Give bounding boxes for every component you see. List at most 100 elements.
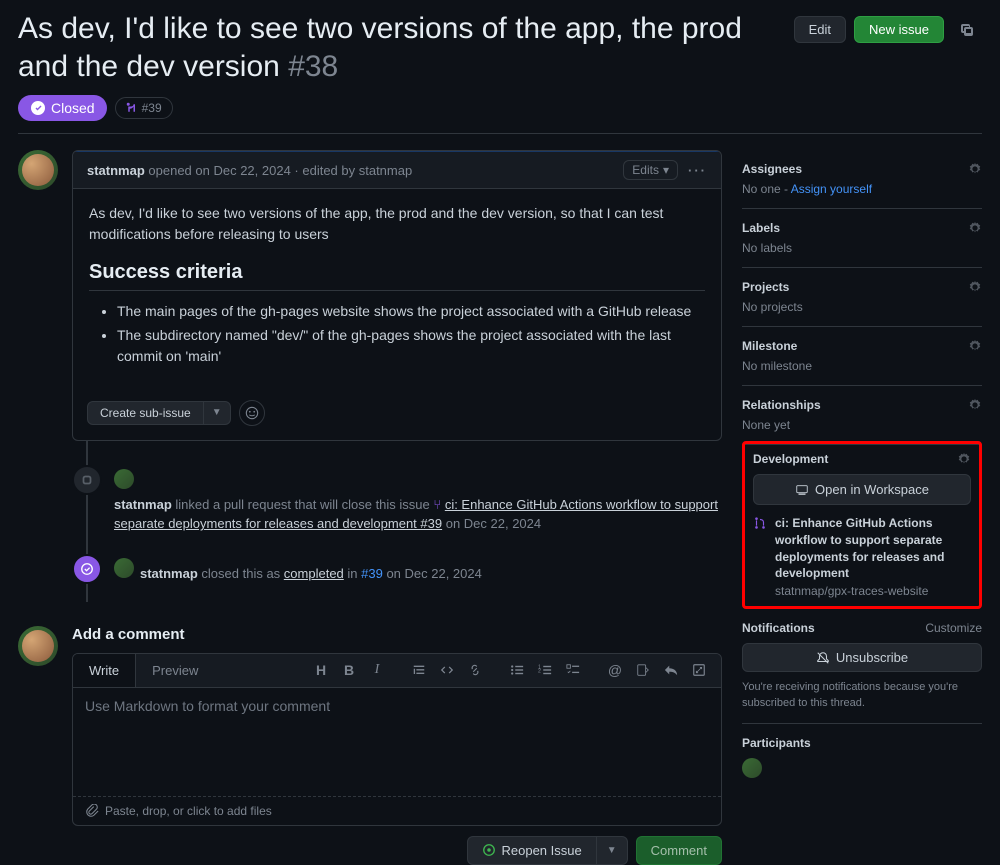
development-section: Development Open in Workspace ci: Enhanc… [742, 441, 982, 609]
event-author-avatar[interactable] [114, 469, 134, 489]
issue-title-text: As dev, I'd like to see two versions of … [18, 12, 742, 83]
check-circle-icon [30, 100, 46, 116]
reference-icon[interactable] [629, 656, 657, 684]
reopen-caret[interactable]: ▼ [597, 836, 628, 865]
gear-icon[interactable] [968, 221, 982, 235]
event-date: on Dec 22, 2024 [383, 566, 482, 581]
milestone-empty: No milestone [742, 359, 982, 373]
merge-icon [753, 515, 767, 530]
dev-pr-title: ci: Enhance GitHub Actions workflow to s… [775, 515, 971, 582]
criteria-item: The main pages of the gh-pages website s… [117, 301, 705, 321]
unordered-list-icon[interactable] [503, 656, 531, 684]
milestone-heading: Milestone [742, 339, 797, 353]
assignees-heading: Assignees [742, 162, 802, 176]
relationships-empty: None yet [742, 418, 982, 432]
comment-menu-icon[interactable]: ··· [688, 163, 707, 178]
linked-pr-number: #39 [142, 101, 162, 115]
status-label: Closed [51, 100, 95, 116]
customize-link[interactable]: Customize [925, 621, 982, 635]
assign-yourself-link[interactable]: Assign yourself [791, 182, 872, 196]
italic-icon[interactable]: I [363, 656, 391, 684]
event-action2: in [344, 566, 361, 581]
participant-avatar[interactable] [742, 758, 762, 778]
tab-preview[interactable]: Preview [136, 654, 214, 687]
issue-number: #38 [288, 50, 338, 83]
author-avatar[interactable] [18, 150, 58, 190]
dev-linked-pr[interactable]: ci: Enhance GitHub Actions workflow to s… [753, 515, 971, 598]
criteria-list: The main pages of the gh-pages website s… [89, 301, 705, 366]
gear-icon[interactable] [968, 339, 982, 353]
event-date: on Dec 22, 2024 [442, 516, 541, 531]
mention-icon[interactable]: @ [601, 656, 629, 684]
open-workspace-button[interactable]: Open in Workspace [753, 474, 971, 505]
add-comment-heading: Add a comment [72, 626, 722, 643]
projects-empty: No projects [742, 300, 982, 314]
linked-pr-badge[interactable]: #39 [115, 97, 173, 119]
reopen-issue-button[interactable]: Reopen Issue [467, 836, 597, 865]
merge-icon: ⑂ [433, 497, 441, 512]
event-author[interactable]: statnmap [140, 566, 198, 581]
gear-icon[interactable] [968, 398, 982, 412]
event-author-avatar[interactable] [114, 558, 134, 578]
tab-write[interactable]: Write [73, 654, 136, 687]
notifications-desc: You're receiving notifications because y… [742, 680, 982, 711]
svg-text:2: 2 [538, 669, 541, 675]
gear-icon[interactable] [968, 280, 982, 294]
closed-in-pr-link[interactable]: #39 [361, 566, 383, 581]
participants-heading: Participants [742, 736, 982, 750]
dev-pr-repo: statnmap/gpx-traces-website [775, 584, 971, 598]
relationships-heading: Relationships [742, 398, 821, 412]
link-event-icon [72, 465, 102, 495]
code-icon[interactable] [433, 656, 461, 684]
notifications-heading: Notifications [742, 621, 815, 635]
tasklist-icon[interactable] [559, 656, 587, 684]
issue-body-comment: statnmap opened on Dec 22, 2024 · edited… [72, 150, 722, 441]
ordered-list-icon[interactable]: 12 [531, 656, 559, 684]
bell-slash-icon [816, 651, 830, 665]
copy-link-icon[interactable] [952, 14, 982, 44]
comment-textarea[interactable] [73, 688, 721, 793]
create-sub-issue-button[interactable]: Create sub-issue [87, 401, 204, 425]
criteria-item: The subdirectory named "dev/" of the gh-… [117, 325, 705, 366]
reply-icon[interactable] [657, 656, 685, 684]
comment-author[interactable]: statnmap [87, 163, 145, 178]
bold-icon[interactable]: B [335, 656, 363, 684]
edits-label: Edits [632, 163, 659, 177]
closed-event-icon [72, 554, 102, 584]
projects-heading: Projects [742, 280, 789, 294]
chevron-down-icon: ▾ [663, 163, 669, 177]
edits-dropdown[interactable]: Edits ▾ [623, 160, 678, 180]
event-action: closed this as [198, 566, 284, 581]
comment-meta: opened on Dec 22, 2024 · edited by statn… [145, 163, 412, 178]
heading-icon[interactable]: H [307, 656, 335, 684]
add-reaction-button[interactable] [239, 400, 265, 426]
file-drop-hint[interactable]: Paste, drop, or click to add files [73, 796, 721, 825]
event-author[interactable]: statnmap [114, 497, 172, 512]
comment-body-text: As dev, I'd like to see two versions of … [89, 203, 705, 245]
gear-icon[interactable] [968, 162, 982, 176]
fullscreen-icon[interactable] [685, 656, 713, 684]
unsubscribe-button[interactable]: Unsubscribe [742, 643, 982, 672]
reopen-icon [482, 843, 496, 857]
labels-empty: No labels [742, 241, 982, 255]
gear-icon[interactable] [957, 452, 971, 466]
paperclip-icon [85, 804, 99, 818]
edit-button[interactable]: Edit [794, 16, 846, 43]
reopen-label: Reopen Issue [502, 843, 582, 858]
completed-link[interactable]: completed [284, 566, 344, 581]
current-user-avatar[interactable] [18, 626, 58, 666]
assignees-empty: No one - [742, 182, 791, 196]
event-action: linked a pull request that will close th… [172, 497, 434, 512]
submit-comment-button[interactable]: Comment [636, 836, 722, 865]
status-badge-closed: Closed [18, 95, 107, 121]
open-workspace-label: Open in Workspace [815, 482, 929, 497]
link-icon[interactable] [461, 656, 489, 684]
unsubscribe-label: Unsubscribe [836, 650, 908, 665]
development-heading: Development [753, 452, 828, 466]
smiley-icon [245, 406, 259, 420]
issue-title: As dev, I'd like to see two versions of … [18, 10, 782, 85]
new-issue-button[interactable]: New issue [854, 16, 944, 43]
sub-issue-caret[interactable]: ▼ [204, 401, 231, 425]
workspace-icon [795, 483, 809, 497]
quote-icon[interactable] [405, 656, 433, 684]
